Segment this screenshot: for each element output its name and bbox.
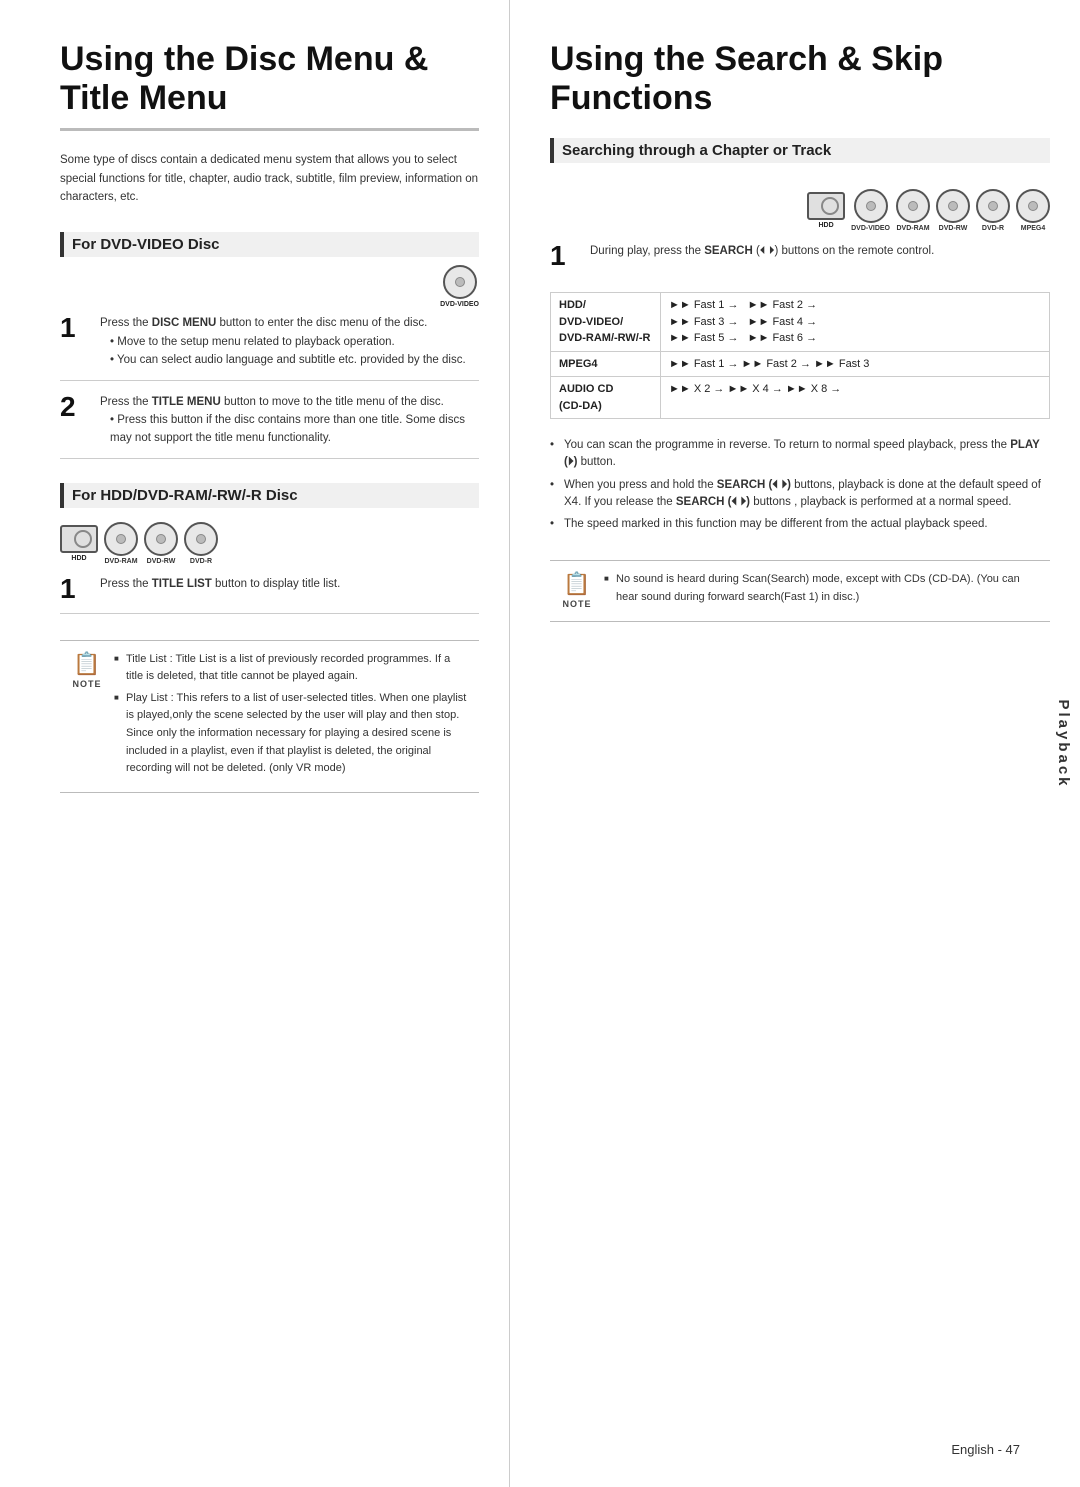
right-note-content: No sound is heard during Scan(Search) mo… xyxy=(604,571,1038,610)
table-cell: AUDIO CD(CD-DA) xyxy=(551,377,661,419)
list-item: Title List : Title List is a list of pre… xyxy=(114,651,467,686)
left-step1-bullets: Move to the setup menu related to playba… xyxy=(110,333,466,370)
table-cell: HDD/DVD-VIDEO/DVD-RAM/-RW/-R xyxy=(551,293,661,352)
right-dvd-video-icon: DVD-VIDEO xyxy=(851,189,890,232)
left-step2-content: Press the TITLE MENU button to move to t… xyxy=(100,393,479,448)
list-item: No sound is heard during Scan(Search) mo… xyxy=(604,571,1038,606)
left-section2-step1: 1 Press the TITLE LIST button to display… xyxy=(60,575,479,614)
right-icon-row: HDD DVD-VIDEO DVD-RAM DVD-RW DVD-R MPEG4 xyxy=(550,189,1050,232)
left-note-box: 📋 NOTE Title List : Title List is a list… xyxy=(60,640,479,793)
disc-circle-icon xyxy=(443,265,477,299)
list-item: Press this button if the disc contains m… xyxy=(110,411,479,448)
table-cell: ►► Fast 1 → ►► Fast 2 → ►► Fast 3 xyxy=(661,351,1050,377)
right-section1-heading: Searching through a Chapter or Track xyxy=(550,138,1050,163)
left-section2-step1-content: Press the TITLE LIST button to display t… xyxy=(100,575,340,603)
left-note-content: Title List : Title List is a list of pre… xyxy=(114,651,467,782)
section2-heading: For HDD/DVD-RAM/-RW/-R Disc xyxy=(60,483,479,508)
list-item: You can select audio language and subtit… xyxy=(110,351,466,369)
right-step1: 1 During play, press the SEARCH (⏴ ⏵) bu… xyxy=(550,242,1050,270)
dvd-r-icon: DVD-R xyxy=(184,522,218,565)
right-bullets: You can scan the programme in reverse. T… xyxy=(550,437,1050,538)
left-step2: 2 Press the TITLE MENU button to move to… xyxy=(60,393,479,459)
right-note-icon: 📋 NOTE xyxy=(562,571,592,609)
list-item: When you press and hold the SEARCH (⏴ ⏵)… xyxy=(550,477,1050,512)
dvd-ram-icon: DVD-RAM xyxy=(104,522,138,565)
hdd-icon: HDD xyxy=(60,525,98,562)
speed-table: HDD/DVD-VIDEO/DVD-RAM/-RW/-R ►► Fast 1 →… xyxy=(550,292,1050,419)
list-item: The speed marked in this function may be… xyxy=(550,516,1050,533)
playback-sidebar-label: Playback xyxy=(1055,699,1072,788)
table-row: AUDIO CD(CD-DA) ►► X 2 → ►► X 4 → ►► X 8… xyxy=(551,377,1050,419)
footer-text: English - 47 xyxy=(951,1442,1020,1457)
right-hdd-icon: HDD xyxy=(807,192,845,229)
right-column: Using the Search & Skip Functions Search… xyxy=(510,0,1080,1487)
hdd-icon-row: HDD DVD-RAM DVD-RW DVD-R xyxy=(60,522,479,565)
dvd-rw-icon: DVD-RW xyxy=(144,522,178,565)
table-cell: ►► Fast 1 → ►► Fast 2 → ►► Fast 3 → ►► F… xyxy=(661,293,1050,352)
list-item: Play List : This refers to a list of use… xyxy=(114,690,467,778)
section1-heading: For DVD-VIDEO Disc xyxy=(60,232,479,257)
table-row: HDD/DVD-VIDEO/DVD-RAM/-RW/-R ►► Fast 1 →… xyxy=(551,293,1050,352)
right-dvd-ram-icon: DVD-RAM xyxy=(896,189,930,232)
dvd-video-icon: DVD-VIDEO xyxy=(440,265,479,308)
note-icon: 📋 NOTE xyxy=(72,651,102,689)
right-dvd-r-icon: DVD-R xyxy=(976,189,1010,232)
page: Using the Disc Menu & Title Menu Some ty… xyxy=(0,0,1080,1487)
left-column: Using the Disc Menu & Title Menu Some ty… xyxy=(0,0,510,1487)
list-item: Move to the setup menu related to playba… xyxy=(110,333,466,351)
right-dvd-rw-icon: DVD-RW xyxy=(936,189,970,232)
right-note-box: 📋 NOTE No sound is heard during Scan(Sea… xyxy=(550,560,1050,621)
left-step2-bullets: Press this button if the disc contains m… xyxy=(110,411,479,448)
left-step1-content: Press the DISC MENU button to enter the … xyxy=(100,314,466,369)
intro-text: Some type of discs contain a dedicated m… xyxy=(60,151,479,206)
right-mpeg4-icon: MPEG4 xyxy=(1016,189,1050,232)
right-title: Using the Search & Skip Functions xyxy=(550,40,1050,118)
right-step1-content: During play, press the SEARCH (⏴ ⏵) butt… xyxy=(590,242,934,270)
table-cell: ►► X 2 → ►► X 4 → ►► X 8 → xyxy=(661,377,1050,419)
table-row: MPEG4 ►► Fast 1 → ►► Fast 2 → ►► Fast 3 xyxy=(551,351,1050,377)
left-step1: 1 Press the DISC MENU button to enter th… xyxy=(60,314,479,380)
left-title: Using the Disc Menu & Title Menu xyxy=(60,40,479,131)
table-cell: MPEG4 xyxy=(551,351,661,377)
list-item: You can scan the programme in reverse. T… xyxy=(550,437,1050,472)
